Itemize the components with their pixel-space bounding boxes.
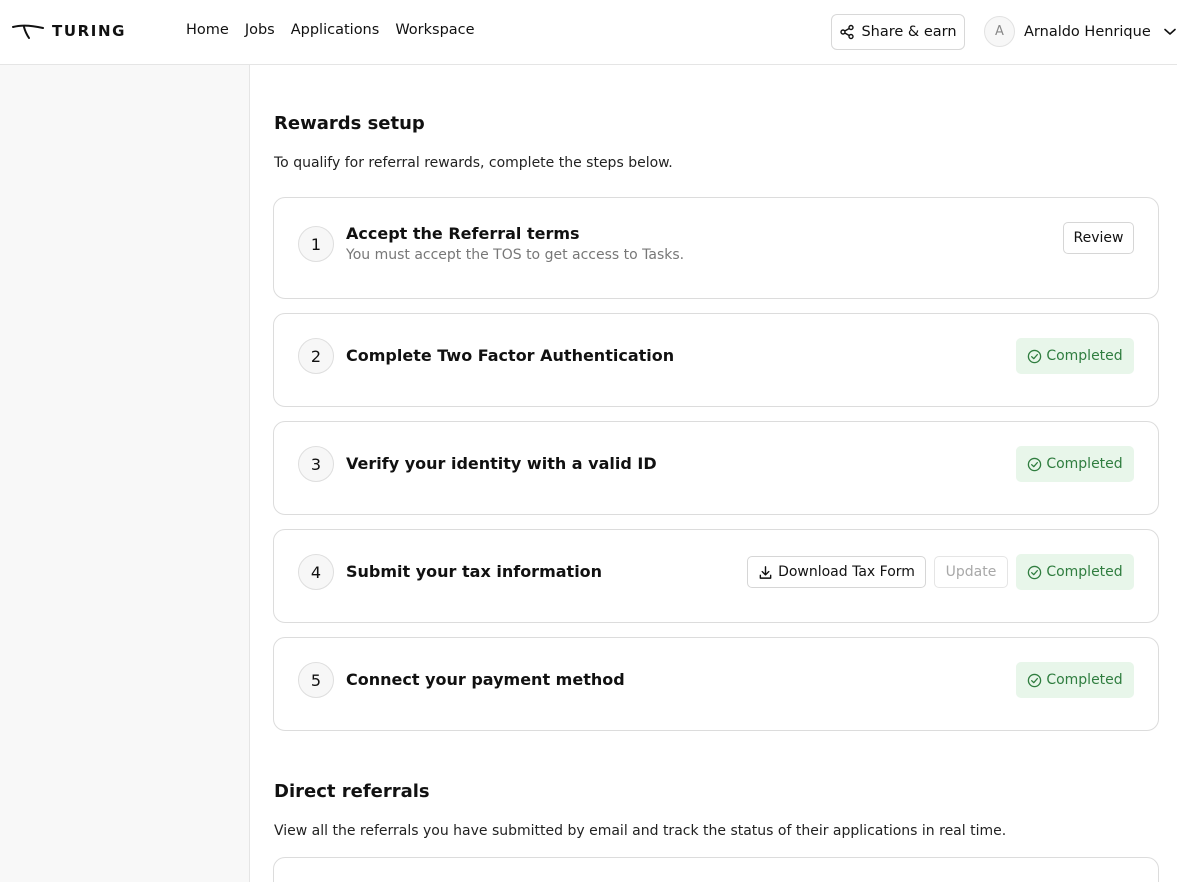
step-card-5: 5 Connect your payment method Completed bbox=[273, 637, 1159, 731]
referrals-title: Direct referrals bbox=[274, 781, 430, 802]
step-card-1: 1 Accept the Referral terms You must acc… bbox=[273, 197, 1159, 299]
download-icon bbox=[759, 565, 772, 579]
nav-home[interactable]: Home bbox=[186, 22, 229, 38]
top-header: TURING Home Jobs Applications Workspace … bbox=[0, 0, 1177, 65]
chevron-down-icon bbox=[1163, 28, 1176, 36]
step-number: 1 bbox=[298, 226, 334, 262]
share-earn-button[interactable]: Share & earn bbox=[831, 14, 965, 50]
user-name: Arnaldo Henrique bbox=[1024, 23, 1151, 40]
share-icon bbox=[840, 24, 855, 40]
step-number: 2 bbox=[298, 338, 334, 374]
completed-badge: Completed bbox=[1016, 554, 1134, 590]
check-circle-icon bbox=[1028, 565, 1042, 579]
nav-jobs[interactable]: Jobs bbox=[245, 22, 275, 38]
step-title: Connect your payment method bbox=[346, 670, 625, 689]
step-number: 5 bbox=[298, 662, 334, 698]
nav-applications[interactable]: Applications bbox=[291, 22, 380, 38]
step-card-2: 2 Complete Two Factor Authentication Com… bbox=[273, 313, 1159, 407]
share-earn-label: Share & earn bbox=[861, 24, 957, 40]
referrals-card bbox=[273, 857, 1159, 882]
avatar: A bbox=[984, 16, 1015, 47]
download-tax-form-button[interactable]: Download Tax Form bbox=[747, 556, 926, 588]
completed-label: Completed bbox=[1046, 672, 1123, 688]
rewards-title: Rewards setup bbox=[274, 113, 425, 134]
check-circle-icon bbox=[1028, 673, 1042, 687]
completed-label: Completed bbox=[1046, 348, 1123, 364]
step-title: Accept the Referral terms bbox=[346, 224, 580, 243]
download-tax-form-label: Download Tax Form bbox=[778, 564, 915, 580]
step-title: Verify your identity with a valid ID bbox=[346, 454, 657, 473]
sidebar bbox=[0, 65, 250, 882]
completed-label: Completed bbox=[1046, 456, 1123, 472]
rewards-description: To qualify for referral rewards, complet… bbox=[274, 155, 673, 171]
referrals-description: View all the referrals you have submitte… bbox=[274, 823, 1007, 839]
completed-badge: Completed bbox=[1016, 446, 1134, 482]
step-card-4: 4 Submit your tax information Download T… bbox=[273, 529, 1159, 623]
main-nav: Home Jobs Applications Workspace bbox=[186, 22, 475, 38]
step-title: Complete Two Factor Authentication bbox=[346, 346, 675, 365]
review-button[interactable]: Review bbox=[1063, 222, 1134, 254]
step-number: 3 bbox=[298, 446, 334, 482]
step-title: Submit your tax information bbox=[346, 562, 603, 581]
step-card-3: 3 Verify your identity with a valid ID C… bbox=[273, 421, 1159, 515]
check-circle-icon bbox=[1028, 457, 1042, 471]
check-circle-icon bbox=[1028, 349, 1042, 363]
turing-logo-icon bbox=[12, 24, 44, 39]
user-menu[interactable]: A Arnaldo Henrique bbox=[984, 16, 1176, 47]
completed-badge: Completed bbox=[1016, 662, 1134, 698]
step-subtitle: You must accept the TOS to get access to… bbox=[346, 247, 685, 263]
logo-text: TURING bbox=[52, 22, 127, 40]
step-number: 4 bbox=[298, 554, 334, 590]
nav-workspace[interactable]: Workspace bbox=[395, 22, 474, 38]
completed-label: Completed bbox=[1046, 564, 1123, 580]
update-button[interactable]: Update bbox=[934, 556, 1008, 588]
turing-logo[interactable]: TURING bbox=[12, 20, 126, 42]
completed-badge: Completed bbox=[1016, 338, 1134, 374]
